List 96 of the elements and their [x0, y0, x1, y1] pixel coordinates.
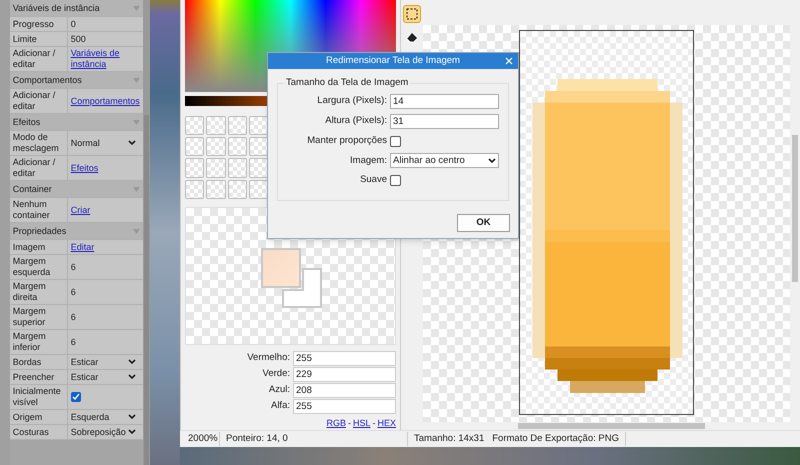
property-link[interactable]: Criar	[70, 204, 90, 216]
property-label: Progresso	[10, 17, 68, 31]
collapse-triangle-icon	[132, 186, 140, 192]
chevron-down-icon	[128, 359, 136, 365]
chevron-down-icon	[128, 414, 136, 420]
section-header[interactable]: Efeitos	[10, 114, 143, 131]
property-label: Nenhum container	[10, 198, 68, 222]
collapse-triangle-icon	[132, 6, 140, 10]
property-link[interactable]: Efeitos	[70, 162, 98, 174]
property-label: Margem direita	[10, 280, 68, 304]
color-swatch[interactable]	[185, 116, 204, 135]
channel-input[interactable]: 208	[293, 382, 396, 398]
field-label: Imagem:	[350, 154, 387, 168]
field-label: Manter proporções	[307, 134, 387, 148]
property-label: Limite	[10, 32, 68, 46]
color-swatch[interactable]	[228, 158, 247, 178]
channel-label: Verde:	[262, 366, 290, 381]
close-icon[interactable]	[505, 57, 513, 65]
property-label: Adicionar / editar	[10, 89, 68, 113]
property-label: Origem	[10, 410, 68, 424]
link-separator: -	[348, 416, 351, 430]
color-swatch[interactable]	[206, 158, 226, 178]
background-color-swatch[interactable]	[282, 268, 322, 308]
section-header[interactable]: Container	[10, 181, 143, 198]
checkbox[interactable]	[390, 136, 401, 147]
property-value: 6	[70, 286, 76, 298]
property-value: 6	[70, 312, 76, 322]
text-input[interactable]: 14	[390, 94, 499, 109]
field-label: Altura (Pixels):	[325, 114, 387, 128]
tool-button[interactable]	[403, 5, 421, 23]
export-format: Formato De Exportação: PNG	[484, 432, 626, 446]
color-mode-link[interactable]: HSL	[352, 416, 370, 430]
collapse-triangle-icon	[132, 228, 140, 234]
chevron-down-icon	[128, 429, 136, 435]
property-label: Margem superior	[10, 305, 68, 329]
channel-label: Azul:	[268, 382, 290, 397]
channel-input[interactable]: 255	[293, 398, 396, 414]
color-swatch[interactable]	[228, 116, 247, 135]
foreground-color-swatch[interactable]	[261, 248, 301, 288]
image-size: Tamanho: 14x31	[413, 432, 484, 446]
chevron-down-icon	[488, 158, 496, 164]
property-label: Margem inferior	[10, 330, 68, 354]
checkbox[interactable]	[390, 174, 401, 186]
section-header[interactable]: Variáveis de instância	[10, 0, 143, 17]
color-swatch[interactable]	[248, 136, 268, 156]
property-label: Bordas	[10, 355, 68, 369]
section-header[interactable]: Propriedades	[10, 223, 143, 240]
color-swatch[interactable]	[206, 116, 226, 135]
property-label: Adicionar / editar	[10, 156, 68, 180]
color-swatch[interactable]	[206, 180, 226, 200]
ok-button[interactable]: OK	[457, 214, 510, 232]
property-value: 6	[70, 262, 76, 272]
link-separator: -	[372, 416, 376, 430]
color-swatch[interactable]	[185, 158, 204, 178]
property-label: Adicionar / editar	[10, 47, 68, 71]
channel-label: Alfa:	[270, 398, 290, 413]
section-header[interactable]: Comportamentos	[10, 72, 143, 89]
selection-icon	[406, 8, 418, 20]
property-label: Costuras	[10, 425, 68, 439]
text-input[interactable]: 31	[390, 114, 499, 129]
color-swatch[interactable]	[248, 116, 268, 135]
property-value: 500	[70, 34, 86, 44]
pointer-position: Ponteiro: 14, 0	[220, 432, 408, 446]
property-value: 0	[70, 18, 76, 30]
color-swatch[interactable]	[248, 180, 268, 200]
property-checkbox[interactable]	[70, 392, 81, 402]
collapse-triangle-icon	[132, 78, 140, 82]
color-swatch[interactable]	[248, 158, 268, 178]
color-mode-link[interactable]: RGB	[326, 416, 346, 430]
group-title: Tamanho da Tela de Imagem	[284, 77, 410, 89]
dialog-title: Redimensionar Tela de Imagem	[326, 54, 460, 68]
color-swatch[interactable]	[206, 136, 226, 156]
checkmark-icon	[72, 393, 80, 401]
property-label: Modo de mesclagem	[10, 131, 68, 155]
color-mode-link[interactable]: HEX	[377, 416, 396, 430]
property-label: Margem esquerda	[10, 255, 68, 279]
alignment-select[interactable]: Alinhar ao centro	[390, 153, 499, 168]
scrollbar-thumb[interactable]	[144, 115, 149, 465]
collapse-triangle-icon	[132, 120, 140, 124]
property-value: 6	[70, 336, 76, 348]
chevron-down-icon	[128, 374, 136, 380]
color-swatch[interactable]	[228, 136, 247, 156]
channel-input[interactable]: 255	[293, 350, 396, 366]
property-label: Imagem	[10, 240, 68, 254]
color-swatch[interactable]	[228, 180, 247, 200]
channel-label: Vermelho:	[247, 350, 290, 365]
eraser-icon	[406, 32, 418, 44]
color-swatch[interactable]	[185, 136, 204, 156]
channel-input[interactable]: 229	[293, 366, 396, 382]
field-label: Suave	[360, 173, 387, 188]
field-label: Largura (Pixels):	[317, 94, 387, 108]
zoom-level: 2000%	[180, 432, 220, 446]
chevron-down-icon	[128, 140, 136, 146]
property-label: Preencher	[10, 370, 68, 384]
color-swatch[interactable]	[185, 180, 204, 200]
property-label: Inicialmente visível	[10, 385, 68, 409]
